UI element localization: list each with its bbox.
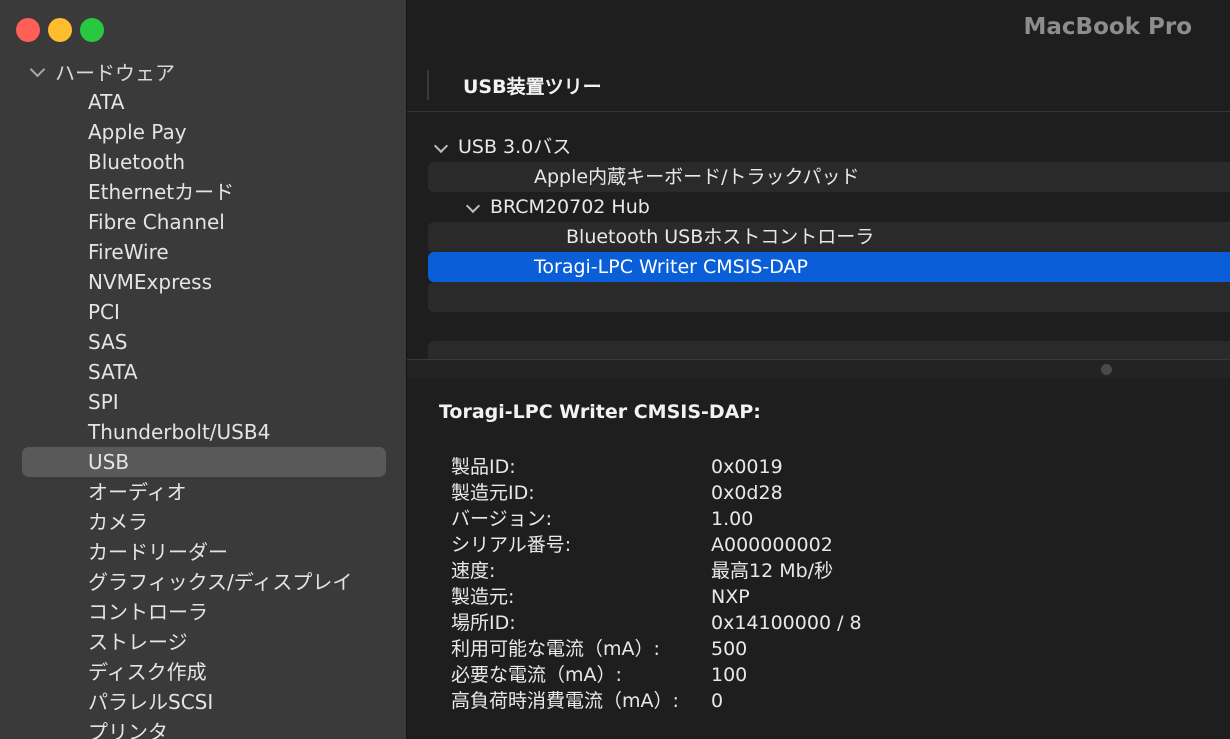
sidebar-item[interactable]: FireWire xyxy=(22,237,386,267)
sidebar-item[interactable]: グラフィックス/ディスプレイ xyxy=(22,567,386,597)
chevron-down-icon[interactable] xyxy=(465,198,481,213)
chevron-down-icon[interactable] xyxy=(29,61,46,77)
sidebar-item[interactable]: USB xyxy=(22,447,386,477)
sidebar-list: ATA Apple Pay Bluetooth Ethernetカード Fibre Ch… xyxy=(22,87,386,739)
property-value: NXP xyxy=(711,586,750,608)
property-value: A000000002 xyxy=(711,534,833,556)
sidebar-item[interactable]: ディスク作成 xyxy=(22,657,386,687)
sidebar-item[interactable]: カメラ xyxy=(22,507,386,537)
property-value: 0x14100000 / 8 xyxy=(711,612,862,634)
property-key: 速度: xyxy=(451,560,496,582)
header-divider xyxy=(427,70,429,100)
sidebar-item[interactable]: Ethernetカード xyxy=(22,177,386,207)
property-value: 0 xyxy=(711,690,724,712)
split-divider[interactable] xyxy=(407,359,1230,379)
sidebar-item[interactable]: NVMExpress xyxy=(22,267,386,297)
tree-row[interactable]: Bluetooth USBホストコントローラ xyxy=(428,222,1230,252)
sidebar-item[interactable]: ATA xyxy=(22,87,386,117)
sidebar-item[interactable]: SATA xyxy=(22,357,386,387)
property-row: 速度: 最高12 Mb/秒 xyxy=(451,558,862,584)
property-key: シリアル番号: xyxy=(451,534,572,556)
property-row: 高負荷時消費電流（mA）: 0 xyxy=(451,688,862,714)
sidebar-item[interactable]: Thunderbolt/USB4 xyxy=(22,417,386,447)
tree-row-label: Bluetooth USBホストコントローラ xyxy=(566,226,875,248)
property-row: 製造元: NXP xyxy=(451,584,862,610)
property-value: 1.00 xyxy=(711,508,754,530)
tree-row-label: BRCM20702 Hub xyxy=(490,196,650,218)
property-row: 必要な電流（mA）: 100 xyxy=(451,662,862,688)
property-key: 製品ID: xyxy=(451,456,516,478)
sidebar-item[interactable]: カードリーダー xyxy=(22,537,386,567)
property-key: 製造元ID: xyxy=(451,482,535,504)
property-value: 500 xyxy=(711,638,748,660)
property-key: 高負荷時消費電流（mA）: xyxy=(451,690,679,712)
property-value: 最高12 Mb/秒 xyxy=(711,560,834,582)
sidebar-item[interactable]: PCI xyxy=(22,297,386,327)
tree-row[interactable]: BRCM20702 Hub xyxy=(428,192,1230,222)
property-value: 100 xyxy=(711,664,748,686)
sidebar-item[interactable]: Fibre Channel xyxy=(22,207,386,237)
property-key: バージョン: xyxy=(451,508,553,530)
main-pane: MacBook Pro USB装置ツリー USB 3.0バス Apple内蔵キーボ… xyxy=(407,0,1230,739)
property-row: 製造元ID: 0x0d28 xyxy=(451,480,862,506)
detail-title: Toragi-LPC Writer CMSIS-DAP: xyxy=(439,401,761,423)
split-handle-icon[interactable] xyxy=(1101,364,1112,375)
sidebar-item[interactable]: オーディオ xyxy=(22,477,386,507)
sidebar-item[interactable]: パラレルSCSI xyxy=(22,687,386,717)
property-row: バージョン: 1.00 xyxy=(451,506,862,532)
sidebar-item[interactable]: ストレージ xyxy=(22,627,386,657)
tree-row-label: USB 3.0バス xyxy=(458,136,572,158)
usb-device-tree: USB 3.0バス Apple内蔵キーボード/トラックパッド BRCM20702 H… xyxy=(428,132,1230,312)
sidebar-item[interactable]: Bluetooth xyxy=(22,147,386,177)
property-key: 利用可能な電流（mA）: xyxy=(451,638,660,660)
detail-pane: Toragi-LPC Writer CMSIS-DAP: 製品ID: 0x0019… xyxy=(407,378,1230,739)
sidebar-item[interactable]: Apple Pay xyxy=(22,117,386,147)
sidebar-item[interactable]: コントローラ xyxy=(22,597,386,627)
sidebar-item[interactable]: プリンタ xyxy=(22,717,386,739)
minimize-window-button[interactable] xyxy=(48,18,72,42)
tree-row[interactable]: USB 3.0バス xyxy=(428,132,1230,162)
sidebar: ハードウェア ATA Apple Pay Bluetooth Ethernetカード F… xyxy=(0,0,407,739)
tree-row-label: Apple内蔵キーボード/トラックパッド xyxy=(534,166,860,188)
tree-row[interactable]: Toragi-LPC Writer CMSIS-DAP xyxy=(428,252,1230,282)
property-list: 製品ID: 0x0019 製造元ID: 0x0d28 バージョン: 1.00 シリアル番号:… xyxy=(451,454,862,714)
property-value: 0x0019 xyxy=(711,456,783,478)
close-window-button[interactable] xyxy=(16,18,40,42)
property-key: 場所ID: xyxy=(451,612,516,634)
property-row: 製品ID: 0x0019 xyxy=(451,454,862,480)
zoom-window-button[interactable] xyxy=(80,18,104,42)
property-row: シリアル番号: A000000002 xyxy=(451,532,862,558)
property-row: 利用可能な電流（mA）: 500 xyxy=(451,636,862,662)
property-row: 場所ID: 0x14100000 / 8 xyxy=(451,610,862,636)
system-information-window: ハードウェア ATA Apple Pay Bluetooth Ethernetカード F… xyxy=(0,0,1230,739)
sidebar-group-label: ハードウェア xyxy=(55,60,175,85)
tree-row-empty xyxy=(428,341,1230,359)
section-title: USB装置ツリー xyxy=(463,76,602,98)
property-key: 製造元: xyxy=(451,586,515,608)
tree-row[interactable] xyxy=(428,282,1230,312)
device-model-label: MacBook Pro xyxy=(1023,14,1192,40)
property-value: 0x0d28 xyxy=(711,482,783,504)
sidebar-item[interactable]: SAS xyxy=(22,327,386,357)
chevron-down-icon[interactable] xyxy=(433,138,449,153)
property-key: 必要な電流（mA）: xyxy=(451,664,622,686)
tree-row[interactable]: Apple内蔵キーボード/トラックパッド xyxy=(428,162,1230,192)
sidebar-group-hardware[interactable]: ハードウェア xyxy=(29,58,175,85)
sidebar-item[interactable]: SPI xyxy=(22,387,386,417)
header-rule xyxy=(407,111,1230,112)
tree-row-label: Toragi-LPC Writer CMSIS-DAP xyxy=(534,256,809,278)
window-controls xyxy=(16,18,104,42)
